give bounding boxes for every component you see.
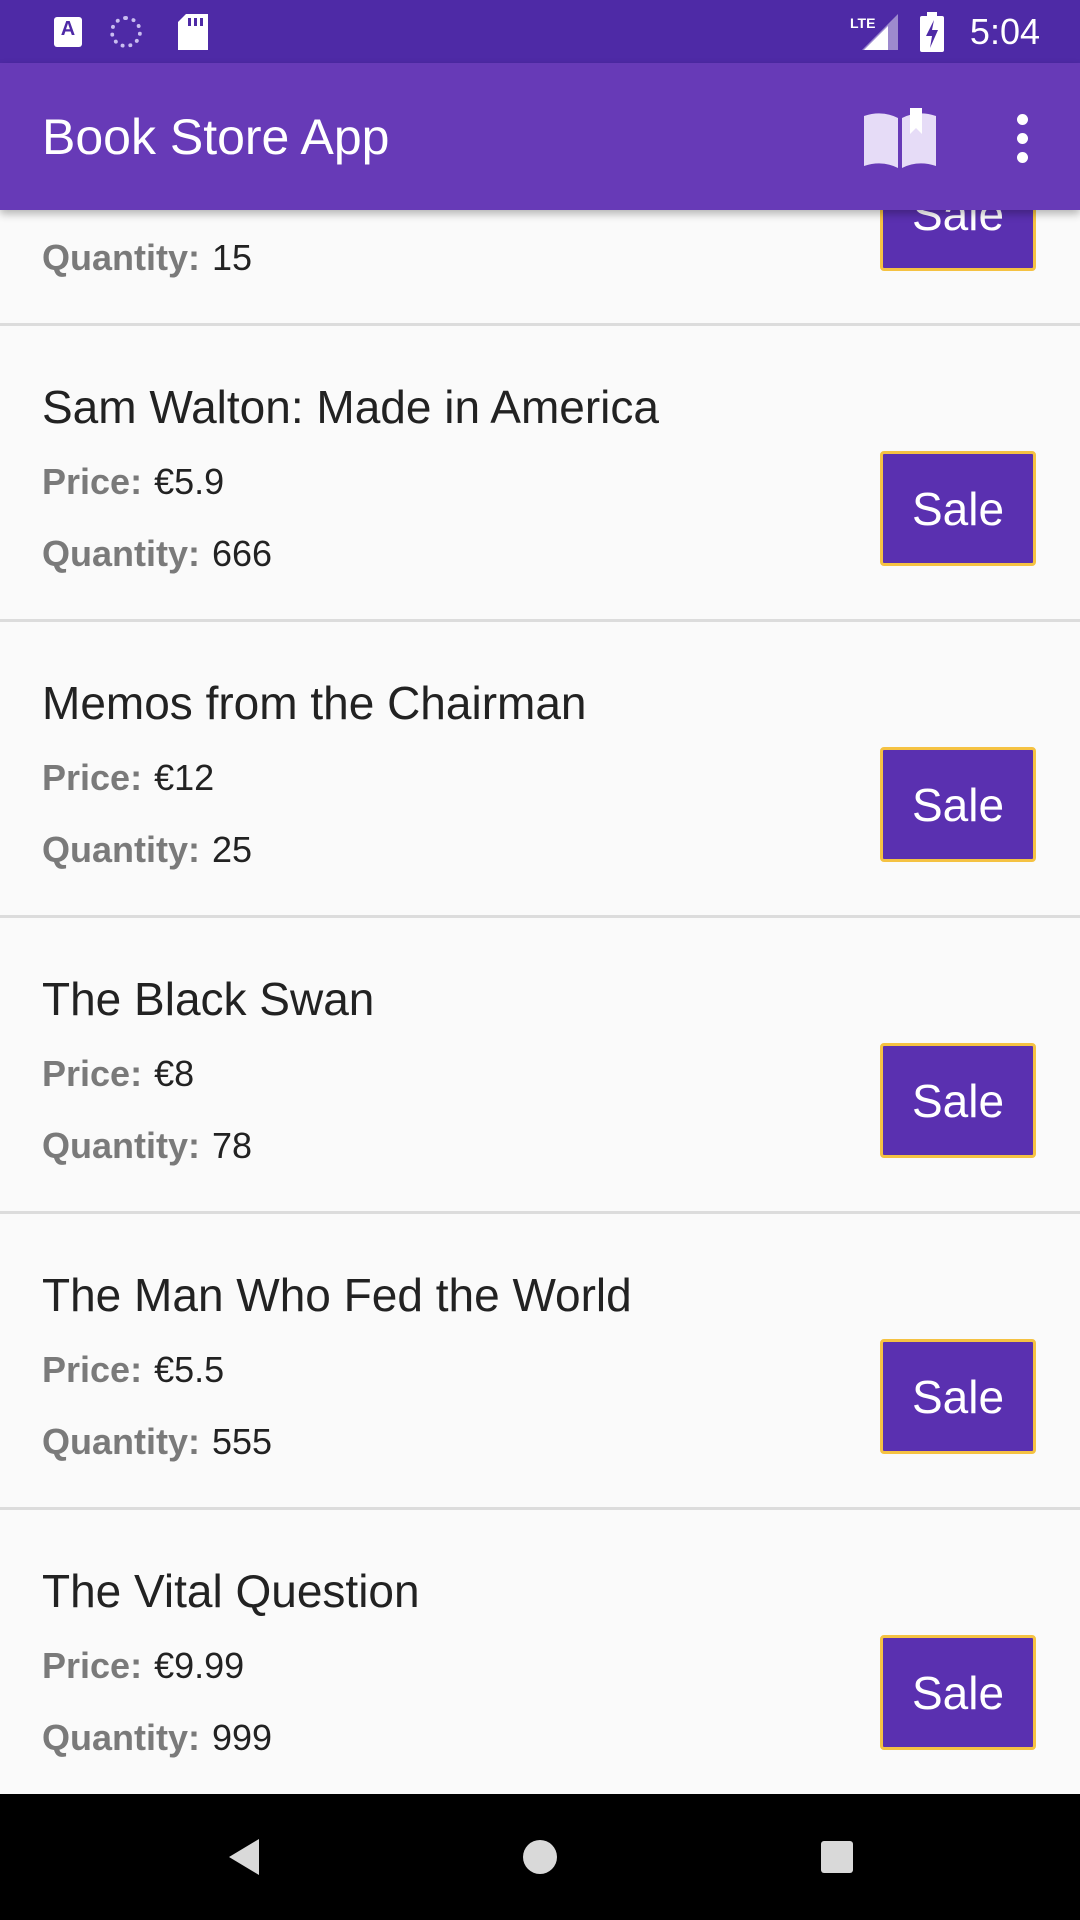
sale-button[interactable]: Sale (880, 1043, 1036, 1158)
back-icon[interactable] (183, 1794, 303, 1920)
recents-icon[interactable] (777, 1794, 897, 1920)
price-value: €5.9 (154, 461, 225, 502)
quantity-value: 15 (212, 237, 253, 278)
book-title: Sam Walton: Made in America (42, 381, 659, 433)
book-title: Memos from the Chairman (42, 677, 587, 729)
lte-signal-icon: LTE (850, 0, 902, 63)
book-title: The Vital Question (42, 1565, 420, 1617)
sale-button[interactable]: Sale (880, 210, 1036, 271)
open-book-icon[interactable] (856, 103, 944, 173)
price-line: Price: €5.9 (42, 461, 224, 503)
quantity-value: 999 (212, 1717, 273, 1758)
sync-icon (110, 0, 142, 63)
list-item[interactable]: The Vital Question Price: €9.99 Quantity:… (0, 1510, 1080, 1794)
book-title: The Black Swan (42, 973, 375, 1025)
quantity-value: 666 (212, 533, 273, 574)
quantity-value: 25 (212, 829, 253, 870)
status-bar: A LTE 5:04 (0, 0, 1080, 63)
price-value: €8 (154, 1053, 195, 1094)
list-item[interactable]: The Man Who Fed the World Price: €5.5 Qua… (0, 1214, 1080, 1510)
sd-card-icon (178, 0, 208, 63)
price-line: Price: €9.99 (42, 1645, 244, 1687)
sale-button[interactable]: Sale (880, 451, 1036, 566)
sale-button[interactable]: Sale (880, 1635, 1036, 1750)
price-label: Price: (42, 461, 143, 502)
price-value: €9.99 (154, 1645, 245, 1686)
network-type: LTE (850, 15, 875, 31)
a-notification-icon: A (54, 0, 82, 63)
app-title: Book Store App (42, 108, 390, 165)
quantity-label: Quantity: (42, 533, 200, 574)
overflow-menu-icon[interactable] (1000, 103, 1044, 173)
book-list[interactable]: Quantity: 15 Sale Sam Walton: Made in Ame… (0, 210, 1080, 1794)
price-label: Price: (42, 1349, 143, 1390)
quantity-line: Quantity: 78 (42, 1125, 252, 1167)
quantity-line: Quantity: 25 (42, 829, 252, 871)
price-value: €12 (154, 757, 215, 798)
price-line: Price: €12 (42, 757, 214, 799)
price-label: Price: (42, 1645, 143, 1686)
quantity-label: Quantity: (42, 1125, 200, 1166)
list-item[interactable]: Sam Walton: Made in America Price: €5.9 Q… (0, 326, 1080, 622)
price-label: Price: (42, 1053, 143, 1094)
quantity-value: 555 (212, 1421, 273, 1462)
quantity-value: 78 (212, 1125, 253, 1166)
navigation-bar (0, 1794, 1080, 1920)
quantity-line: Quantity: 15 (42, 237, 252, 279)
quantity-label: Quantity: (42, 829, 200, 870)
book-title: The Man Who Fed the World (42, 1269, 632, 1321)
quantity-label: Quantity: (42, 237, 200, 278)
home-icon[interactable] (480, 1794, 600, 1920)
price-line: Price: €8 (42, 1053, 194, 1095)
list-item[interactable]: Memos from the Chairman Price: €12 Quanti… (0, 622, 1080, 918)
quantity-label: Quantity: (42, 1421, 200, 1462)
price-line: Price: €5.5 (42, 1349, 224, 1391)
quantity-label: Quantity: (42, 1717, 200, 1758)
price-value: €5.5 (154, 1349, 225, 1390)
sale-button[interactable]: Sale (880, 747, 1036, 862)
quantity-line: Quantity: 999 (42, 1717, 272, 1759)
clock: 5:04 (969, 10, 1040, 52)
quantity-line: Quantity: 555 (42, 1421, 272, 1463)
sale-button[interactable]: Sale (880, 1339, 1036, 1454)
battery-charging-icon (920, 0, 944, 63)
app-bar: Book Store App (0, 63, 1080, 210)
list-item[interactable]: Quantity: 15 Sale (0, 210, 1080, 326)
list-item[interactable]: The Black Swan Price: €8 Quantity: 78 Sale (0, 918, 1080, 1214)
quantity-line: Quantity: 666 (42, 533, 272, 575)
price-label: Price: (42, 757, 143, 798)
